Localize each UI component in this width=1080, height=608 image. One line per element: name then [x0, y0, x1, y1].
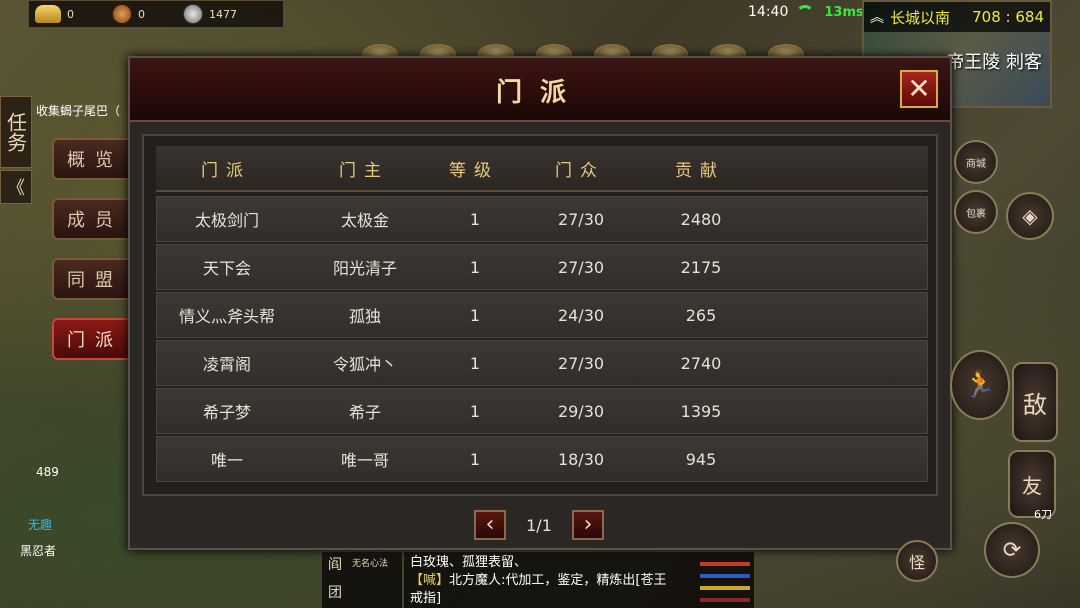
cell-sect: 天下会: [202, 259, 251, 278]
close-button[interactable]: ✕: [900, 70, 938, 108]
minimap-label: 帝王陵 刺客: [946, 52, 1042, 73]
run-icon[interactable]: 🏃: [950, 350, 1010, 420]
target-enemy-button[interactable]: 敌: [1012, 362, 1058, 442]
stat-bars: [676, 552, 754, 608]
dialog-title: 门派: [495, 78, 584, 108]
cell-contribution: 265: [685, 305, 717, 325]
hp-bar: [700, 562, 750, 566]
prev-page-button[interactable]: ‹: [474, 510, 506, 540]
cell-sect: 希子梦: [202, 403, 251, 422]
next-page-button[interactable]: ›: [572, 510, 604, 540]
bag-button[interactable]: 包裹: [954, 190, 998, 234]
enemy-label: 敌: [1023, 390, 1047, 419]
header-contribution: 贡献: [675, 160, 725, 181]
cell-sect: 情义灬斧头帮: [178, 307, 275, 326]
cell-members: 29/30: [557, 401, 605, 421]
gold-resource: 0: [35, 5, 74, 23]
sect-dialog: 门派 ✕ 门派 门主 等级 门众 贡献 太极剑门 太极金 1 27/30 248…: [128, 56, 952, 550]
cell-contribution: 1395: [680, 401, 722, 421]
tab-members[interactable]: 成员: [52, 198, 130, 240]
chat-tag: 【喊】: [410, 573, 450, 588]
sect-table: 门派 门主 等级 门众 贡献 太极剑门 太极金 1 27/30 2480 天下会…: [142, 134, 938, 496]
dialog-header: 门派 ✕: [130, 58, 950, 122]
swap-icon[interactable]: ⟳: [984, 522, 1040, 578]
ping: 13ms: [824, 4, 864, 20]
chat-channel-2[interactable]: 团: [328, 582, 396, 602]
stamina-bar: [700, 598, 750, 602]
bronze-coin-icon: [112, 4, 132, 24]
cell-members: 18/30: [557, 449, 605, 469]
coordinates: 708 : 684: [972, 8, 1044, 26]
table-row[interactable]: 情义灬斧头帮 孤独 1 24/30 265: [156, 292, 928, 338]
status-bar: 14:40 13ms: [748, 4, 864, 20]
cell-members: 24/30: [557, 305, 605, 325]
player-guild: 无趣: [28, 518, 53, 532]
cell-sect: 凌霄阁: [202, 355, 251, 374]
resource-bar: 0 0 1477: [28, 0, 284, 28]
exp-bar: [700, 586, 750, 590]
task-tab[interactable]: 任务: [0, 96, 32, 168]
bronze-resource: 0: [112, 4, 145, 24]
quest-text[interactable]: 收集蝎子尾巴（: [36, 102, 120, 119]
expand-up-icon[interactable]: ︽: [870, 7, 884, 27]
bag-label: 包裹: [966, 208, 986, 220]
table-row[interactable]: 希子梦 希子 1 29/30 1395: [156, 388, 928, 434]
gold-ingot-icon: [35, 5, 61, 23]
chat-line: 【喊】北方魔人:代加工，鉴定，精炼出[苍王戒指]: [410, 572, 670, 608]
header-sect: 门派: [201, 160, 251, 181]
silver-resource: 1477: [183, 4, 237, 24]
player-name[interactable]: 黑忍者: [20, 542, 56, 559]
chat-speaker[interactable]: 北方魔人: [449, 573, 501, 588]
location-name: 长城以南: [890, 8, 951, 27]
chevron-right-icon: ›: [583, 512, 593, 537]
chat-note: 无名心法: [352, 559, 389, 569]
bronze-amount: 0: [138, 7, 145, 21]
monster-label: 怪: [908, 553, 925, 572]
page-indicator: 1/1: [526, 515, 552, 535]
minimap-header: ︽ 长城以南 708 : 684: [864, 2, 1050, 32]
mp-bar: [700, 574, 750, 578]
player-hp: 489: [36, 465, 59, 479]
table-header: 门派 门主 等级 门众 贡献: [156, 146, 928, 192]
shop-label: 商城: [966, 158, 986, 170]
chat-line: 白玫瑰、孤狸表留、: [410, 555, 528, 570]
tab-overview[interactable]: 概览: [52, 138, 130, 180]
table-row[interactable]: 唯一 唯一哥 1 18/30 945: [156, 436, 928, 482]
chat-channel-panel[interactable]: 阎 团 无名心法: [322, 552, 402, 608]
cell-sect: 唯一: [210, 451, 243, 470]
shop-button[interactable]: 商城: [954, 140, 998, 184]
silver-coin-icon: [183, 4, 203, 24]
gold-amount: 0: [67, 7, 74, 21]
friend-label: 友: [1022, 473, 1042, 498]
close-icon: ✕: [907, 72, 931, 105]
tab-alliance[interactable]: 同盟: [52, 258, 130, 300]
cell-members: 27/30: [557, 257, 605, 277]
cell-contribution: 945: [685, 449, 717, 469]
chat-box[interactable]: 白玫瑰、孤狸表留、 【喊】北方魔人:代加工，鉴定，精炼出[苍王戒指]: [404, 552, 676, 608]
table-body: 太极剑门 太极金 1 27/30 2480 天下会 阳光清子 1 27/30 2…: [156, 196, 928, 484]
wifi-icon: [796, 5, 816, 19]
menu-diamond-icon[interactable]: ◈: [1006, 192, 1054, 240]
table-row[interactable]: 天下会 阳光清子 1 27/30 2175: [156, 244, 928, 290]
cell-members: 27/30: [557, 353, 605, 373]
cell-contribution: 2480: [680, 209, 722, 229]
cell-sect: 太极剑门: [194, 211, 259, 230]
cell-members: 27/30: [557, 209, 605, 229]
clock: 14:40: [748, 4, 789, 20]
table-row[interactable]: 凌霄阁 令狐冲丶 1 27/30 2740: [156, 340, 928, 386]
monster-target-button[interactable]: 怪: [896, 540, 938, 582]
pagination: ‹ 1/1 ›: [474, 510, 604, 540]
chevron-left-icon: ‹: [485, 512, 495, 537]
tab-sect[interactable]: 门派: [52, 318, 130, 360]
collapse-button[interactable]: 《: [0, 170, 32, 204]
silver-amount: 1477: [209, 7, 237, 21]
header-members: 门众: [555, 160, 605, 181]
friend-sub-label: 6刀: [1034, 508, 1052, 521]
table-row[interactable]: 太极剑门 太极金 1 27/30 2480: [156, 196, 928, 242]
cell-contribution: 2740: [680, 353, 722, 373]
cell-contribution: 2175: [680, 257, 722, 277]
